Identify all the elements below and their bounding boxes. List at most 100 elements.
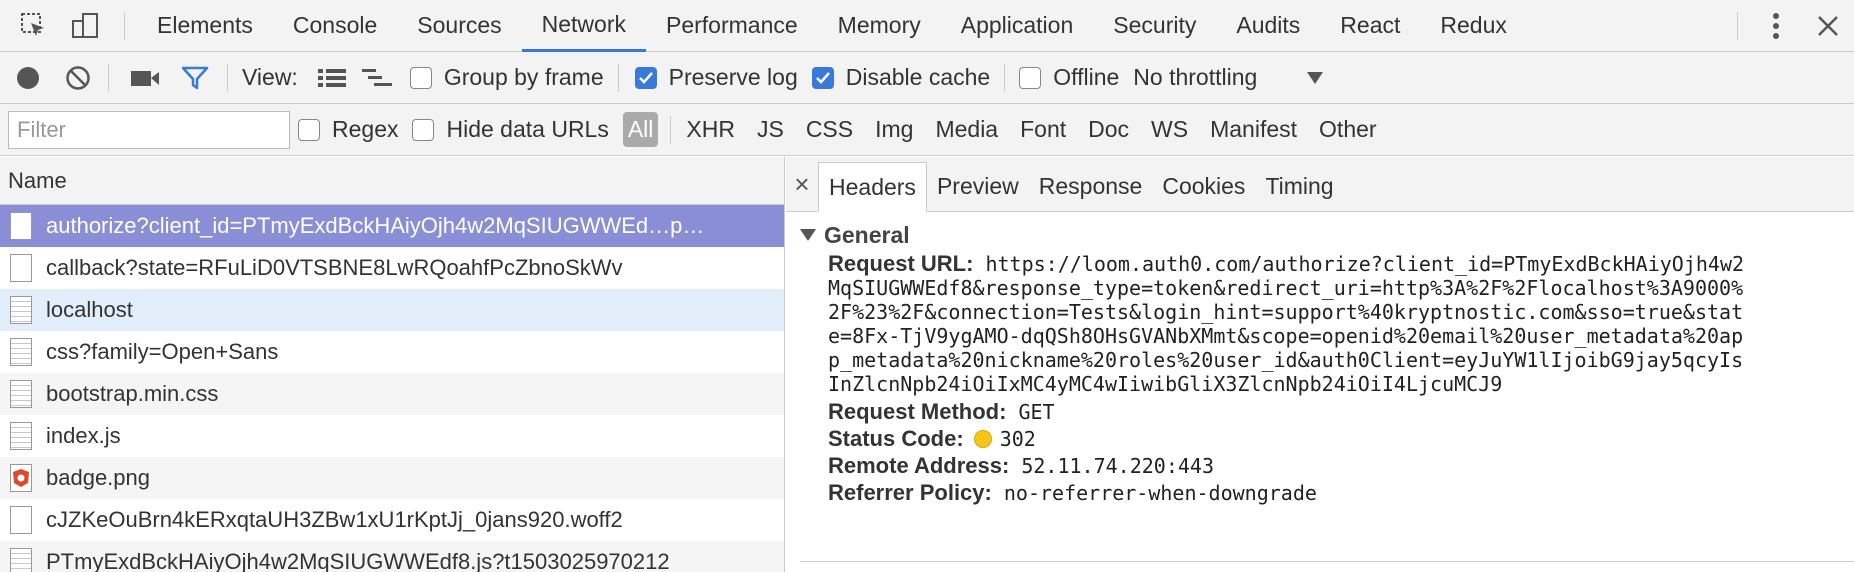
tab-response[interactable]: Response	[1029, 161, 1153, 211]
close-devtools-icon[interactable]	[1802, 0, 1854, 52]
request-details: × Headers Preview Response Cookies Timin…	[786, 157, 1854, 572]
request-name: localhost	[46, 297, 133, 322]
referrer-policy-label: Referrer Policy:	[828, 479, 992, 505]
request-row[interactable]: callback?state=RFuLiD0VTSBNE8LwRQoahfPcZ…	[0, 247, 784, 289]
waterfall-overview-icon[interactable]	[356, 52, 400, 104]
preserve-log-checkbox[interactable]	[634, 66, 657, 89]
general-section-header[interactable]: General	[800, 218, 1854, 252]
tab-redux[interactable]: Redux	[1420, 0, 1526, 52]
remote-address-value: 52.11.74.220:443	[1021, 453, 1214, 478]
disable-cache-label: Disable cache	[845, 64, 991, 90]
type-filter-xhr[interactable]: XHR	[675, 116, 746, 143]
type-filter-other[interactable]: Other	[1308, 116, 1388, 143]
status-code-value: 302	[999, 426, 1036, 451]
separator	[227, 63, 228, 92]
tab-network[interactable]: Network	[521, 0, 646, 52]
tab-cookies[interactable]: Cookies	[1152, 161, 1255, 211]
request-row[interactable]: badge.png	[0, 457, 784, 499]
tab-application[interactable]: Application	[941, 0, 1094, 52]
view-label: View:	[242, 64, 298, 90]
filter-icon[interactable]	[173, 52, 217, 104]
request-url-line: p_metadata%20nickname%20roles%20user_id&…	[828, 348, 1744, 372]
separator	[1737, 12, 1738, 40]
large-request-rows-icon[interactable]	[314, 52, 350, 104]
inspect-element-icon[interactable]	[8, 0, 60, 52]
status-code-label: Status Code:	[828, 425, 964, 451]
request-url-line: InZlcnNpb24iOiIxMC4yMC4wIiwibGliX3ZlcnNp…	[828, 372, 1503, 396]
preserve-log-label: Preserve log	[668, 64, 798, 90]
type-filter-media[interactable]: Media	[924, 116, 1009, 143]
capture-screenshots-icon[interactable]	[123, 52, 167, 104]
offline-option[interactable]: Offline	[1019, 64, 1119, 91]
stylesheet-file-icon	[10, 380, 32, 408]
request-row[interactable]: cJZKeOuBrn4kERxqtaUH3ZBw1xU1rKptJj_0jans…	[0, 499, 784, 541]
type-filter-doc[interactable]: Doc	[1077, 116, 1140, 143]
section-title: General	[824, 221, 910, 248]
type-filter-ws[interactable]: WS	[1140, 116, 1199, 143]
document-file-icon	[10, 296, 32, 324]
offline-checkbox[interactable]	[1019, 66, 1042, 89]
type-filter-css[interactable]: CSS	[795, 116, 864, 143]
regex-option[interactable]: Regex	[298, 116, 398, 143]
request-rows: authorize?client_id=PTmyExdBckHAiyOjh4w2…	[0, 205, 784, 572]
tab-security[interactable]: Security	[1093, 0, 1216, 52]
regex-label: Regex	[332, 116, 399, 142]
status-code-row: Status Code: 302	[800, 425, 1854, 452]
clear-icon[interactable]	[56, 52, 100, 104]
tab-headers[interactable]: Headers	[818, 162, 927, 212]
close-details-icon[interactable]: ×	[786, 157, 818, 211]
tab-react[interactable]: React	[1320, 0, 1420, 52]
request-row[interactable]: authorize?client_id=PTmyExdBckHAiyOjh4w2…	[0, 205, 784, 247]
tab-elements[interactable]: Elements	[137, 0, 273, 52]
type-filter-img[interactable]: Img	[864, 116, 924, 143]
record-icon[interactable]	[6, 52, 50, 104]
type-filter-js[interactable]: JS	[746, 116, 795, 143]
document-file-icon	[10, 254, 32, 282]
filter-input[interactable]	[8, 110, 290, 149]
hide-data-urls-checkbox[interactable]	[412, 118, 435, 141]
name-column-header[interactable]: Name	[0, 157, 784, 205]
hide-data-urls-option[interactable]: Hide data URLs	[412, 116, 609, 143]
network-toolbar: View: Group by frame Preserve log Disabl…	[0, 52, 1854, 104]
request-name: css?family=Open+Sans	[46, 339, 279, 364]
tab-performance[interactable]: Performance	[646, 0, 818, 52]
type-filter-font[interactable]: Font	[1009, 116, 1077, 143]
offline-label: Offline	[1053, 64, 1120, 90]
more-options-icon[interactable]	[1750, 0, 1802, 52]
request-list: Name authorize?client_id=PTmyExdBckHAiyO…	[0, 157, 785, 572]
document-file-icon	[10, 212, 32, 240]
device-toolbar-icon[interactable]	[60, 0, 112, 52]
request-url-line: https://loom.auth0.com/authorize?client_…	[985, 252, 1745, 276]
request-row[interactable]: css?family=Open+Sans	[0, 331, 784, 373]
disable-cache-checkbox[interactable]	[811, 66, 834, 89]
request-row[interactable]: bootstrap.min.css	[0, 373, 784, 415]
request-row[interactable]: localhost	[0, 289, 784, 331]
referrer-policy-row: Referrer Policy: no-referrer-when-downgr…	[800, 479, 1854, 506]
group-by-frame-checkbox[interactable]	[409, 66, 432, 89]
type-filter-all[interactable]: All	[622, 112, 659, 147]
tab-audits[interactable]: Audits	[1216, 0, 1320, 52]
group-by-frame-option[interactable]: Group by frame	[409, 64, 604, 91]
request-url-row: Request URL: https://loom.auth0.com/auth…	[800, 252, 1854, 397]
stylesheet-file-icon	[10, 338, 32, 366]
separator	[617, 63, 619, 92]
preserve-log-option[interactable]: Preserve log	[634, 64, 798, 91]
image-file-icon	[10, 464, 32, 492]
regex-checkbox[interactable]	[298, 118, 320, 141]
tab-sources[interactable]: Sources	[397, 0, 521, 52]
request-row[interactable]: index.js	[0, 415, 784, 457]
request-url-line: e=8Fx-TjV9ygAMO-dqQSh8OHsGVANbXMmt&scope…	[828, 324, 1744, 348]
tab-memory[interactable]: Memory	[818, 0, 941, 52]
throttling-select[interactable]: No throttling	[1133, 64, 1324, 91]
tab-preview[interactable]: Preview	[927, 161, 1029, 211]
font-file-icon	[10, 506, 32, 534]
hide-data-urls-label: Hide data URLs	[446, 116, 609, 142]
throttling-value: No throttling	[1133, 64, 1258, 90]
request-url-line: MqSIUGWWEdf8&response_type=token&redirec…	[828, 276, 1744, 300]
tab-console[interactable]: Console	[273, 0, 397, 52]
request-row[interactable]: PTmyExdBckHAiyOjh4w2MqSIUGWWEdf8.js?t150…	[0, 541, 784, 572]
separator	[670, 115, 672, 144]
disable-cache-option[interactable]: Disable cache	[811, 64, 991, 91]
tab-timing[interactable]: Timing	[1255, 161, 1343, 211]
type-filter-manifest[interactable]: Manifest	[1199, 116, 1308, 143]
